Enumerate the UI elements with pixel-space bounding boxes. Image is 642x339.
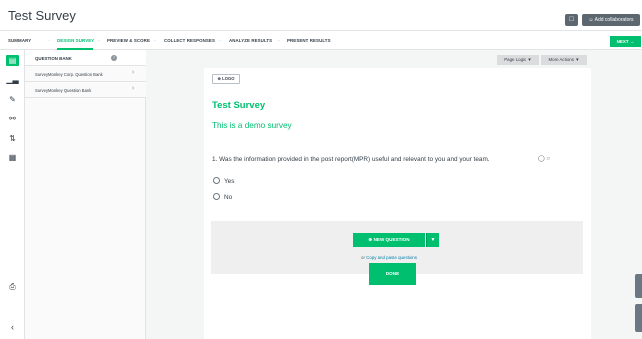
next-button[interactable]: NEXT → [610, 36, 641, 47]
nav-separator-icon: → [217, 37, 222, 43]
tab-design-survey[interactable]: DESIGN SURVEY [57, 38, 94, 43]
option-no[interactable]: No [213, 193, 232, 201]
logic-icon[interactable]: ○ [546, 156, 550, 162]
bank-item-corp[interactable]: SurveyMonkey Corp. Question Bank › [25, 66, 146, 82]
page-logic-button[interactable]: Page Logic ▼ [497, 55, 539, 65]
nav-separator-icon: → [276, 37, 281, 43]
add-collaborators-button[interactable]: ☺ Add collaborators [582, 14, 640, 26]
design-nav-bar: SUMMARY → DESIGN SURVEY → PREVIEW & SCOR… [0, 31, 642, 50]
logic-branch-icon[interactable]: ⚯ [6, 113, 19, 124]
comment-icon[interactable]: ◯ [538, 156, 545, 162]
chevron-right-icon: › [132, 85, 135, 92]
tab-analyze-results[interactable]: ANALYZE RESULTS [229, 38, 272, 43]
tab-present-results[interactable]: PRESENT RESULTS [287, 38, 331, 43]
top-bar: Test Survey □ ☺ Add collaborators [0, 0, 642, 31]
survey-title: Test Survey [8, 8, 76, 23]
help-icon[interactable]: ? [111, 55, 117, 61]
question-bank-panel: QUESTION BANK ? SurveyMonkey Corp. Quest… [25, 50, 146, 339]
survey-subtitle[interactable]: This is a demo survey [212, 121, 292, 130]
option-label: No [224, 194, 233, 201]
radio-button[interactable] [213, 193, 220, 200]
new-question-button[interactable]: ⊕ NEW QUESTION [353, 233, 425, 247]
bank-item-label: SurveyMonkey Question Bank [35, 88, 92, 93]
side-tab-handle[interactable] [635, 304, 642, 332]
nav-separator-icon: → [96, 37, 101, 43]
radio-button[interactable] [213, 177, 220, 184]
add-logo-button[interactable]: ⊕ LOGO [212, 74, 240, 84]
question-bank-icon[interactable]: ▤ [6, 55, 19, 66]
option-label: Yes [224, 178, 235, 185]
tab-preview-score[interactable]: PREVIEW & SCORE [107, 38, 150, 43]
next-label: NEXT [616, 39, 629, 44]
done-button[interactable]: DONE [369, 263, 416, 285]
more-actions-button[interactable]: More Actions ▼ [541, 55, 587, 65]
new-question-label: NEW QUESTION [373, 237, 410, 242]
side-tab-handle[interactable] [635, 274, 642, 298]
or-label: or [361, 255, 365, 260]
chat-bubble-icon[interactable]: □ [565, 14, 578, 26]
print-icon[interactable]: ⎙ [6, 281, 19, 292]
copy-paste-line: or Copy and paste questions [361, 255, 417, 260]
option-yes[interactable]: Yes [213, 177, 234, 185]
logo-label: LOGO [222, 76, 235, 81]
question-text[interactable]: 1. Was the information provided in the p… [212, 156, 490, 163]
print-grid-icon[interactable]: ▦ [6, 152, 19, 163]
chevron-right-icon: › [132, 69, 135, 76]
question-meta-icons: ◯ ○ [538, 155, 550, 162]
add-collaborators-label: Add collaborators [594, 17, 634, 23]
collapse-chevron-icon[interactable]: ‹ [6, 322, 19, 333]
question-bank-header: QUESTION BANK ? [25, 50, 146, 66]
pen-icon[interactable]: ✎ [6, 94, 19, 105]
bar-chart-icon[interactable]: ▁▃ [6, 74, 19, 85]
bank-item-label: SurveyMonkey Corp. Question Bank [35, 72, 103, 77]
bank-item-surveymonkey[interactable]: SurveyMonkey Question Bank › [25, 82, 146, 98]
tab-collect-responses[interactable]: COLLECT RESPONSES [164, 38, 215, 43]
page-logic-label: Page Logic [504, 57, 527, 62]
survey-page-title[interactable]: Test Survey [212, 100, 265, 111]
sliders-icon[interactable]: ⇅ [6, 133, 19, 144]
nav-separator-icon: → [152, 37, 157, 43]
more-actions-label: More Actions [548, 57, 574, 62]
tab-summary[interactable]: SUMMARY [8, 38, 31, 43]
tool-sidebar: ▤ ▁▃ ✎ ⚯ ⇅ ▦ ⎙ ‹ [0, 50, 25, 339]
nav-separator-icon: → [46, 37, 51, 43]
new-question-dropdown-icon[interactable]: ▼ [426, 233, 439, 247]
copy-paste-link[interactable]: Copy and paste questions [366, 255, 417, 260]
question-bank-title: QUESTION BANK [35, 56, 72, 61]
